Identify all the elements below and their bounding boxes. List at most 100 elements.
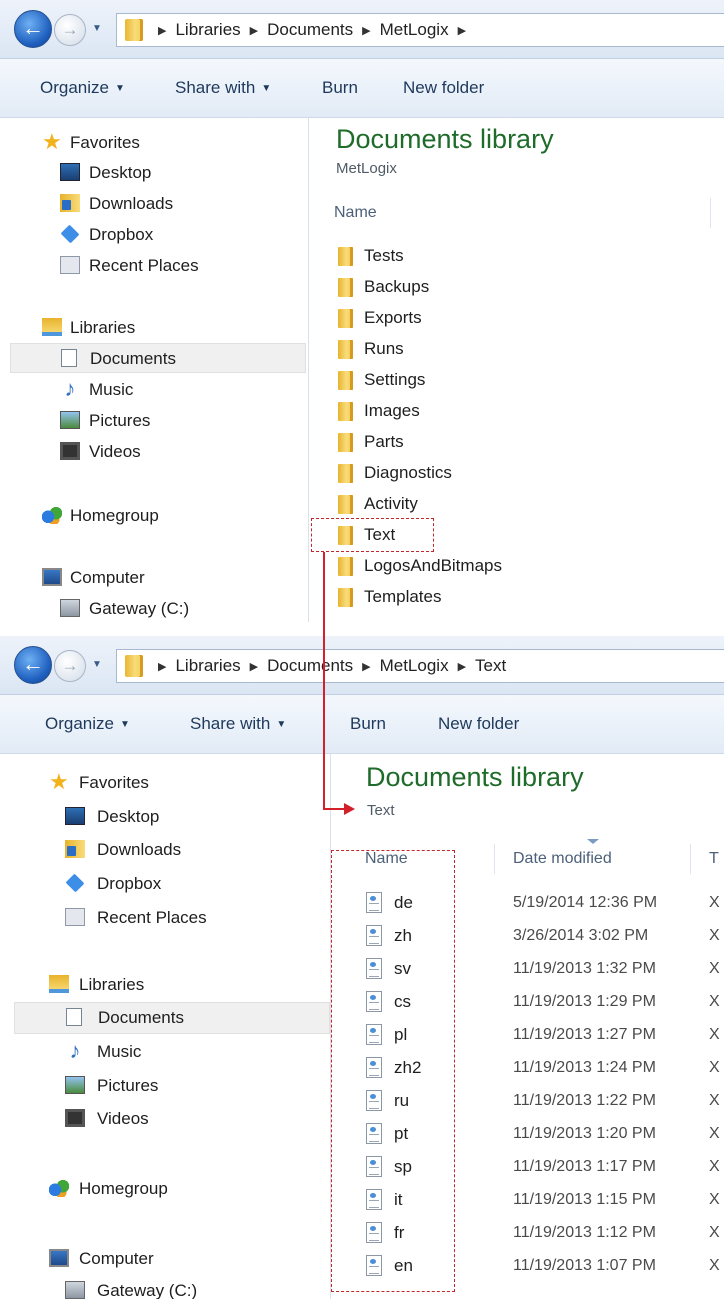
- sort-descending-icon: [587, 839, 599, 844]
- nav-recent-places[interactable]: Recent Places: [14, 903, 328, 933]
- desktop-icon: [65, 807, 85, 825]
- folder-name: Activity: [364, 494, 418, 513]
- connector-line: [323, 808, 345, 810]
- nav-music[interactable]: ♪ Music: [14, 1037, 328, 1067]
- breadcrumb[interactable]: ▶ Libraries ▶ Documents ▶ MetLogix ▶: [116, 13, 724, 47]
- share-with-button[interactable]: Share with ▼: [175, 59, 271, 117]
- folder-name: Runs: [364, 339, 404, 358]
- nav-pictures[interactable]: Pictures: [10, 406, 306, 436]
- breadcrumb-separator-icon[interactable]: ▶: [458, 660, 466, 673]
- documents-icon: [61, 349, 77, 367]
- nav-recent-places[interactable]: Recent Places: [10, 251, 306, 281]
- back-button[interactable]: ←: [14, 10, 52, 48]
- new-folder-button[interactable]: New folder: [403, 59, 484, 117]
- column-divider[interactable]: [494, 844, 495, 874]
- folder-icon: [338, 495, 353, 514]
- folder-icon: [338, 309, 353, 328]
- file-date: 3/26/2014 3:02 PM: [513, 927, 649, 944]
- nav-dropbox[interactable]: Dropbox: [14, 869, 328, 899]
- navigation-pane: ★ Favorites Desktop Downloads Dropbox Rec…: [10, 118, 309, 622]
- nav-label: Documents: [90, 349, 176, 368]
- nav-gateway-drive[interactable]: Gateway (C:): [10, 594, 306, 622]
- recent-places-icon: [65, 908, 85, 926]
- file-date: 11/19/2013 1:27 PM: [513, 1026, 656, 1043]
- breadcrumb-separator-icon[interactable]: ▶: [158, 24, 166, 37]
- nav-desktop[interactable]: Desktop: [14, 802, 328, 832]
- nav-gateway-drive[interactable]: Gateway (C:): [14, 1276, 328, 1299]
- burn-button[interactable]: Burn: [350, 695, 386, 753]
- nav-pictures[interactable]: Pictures: [14, 1071, 328, 1101]
- breadcrumb-separator-icon[interactable]: ▶: [458, 24, 466, 37]
- breadcrumb[interactable]: ▶ Libraries ▶ Documents ▶ MetLogix ▶ Tex…: [116, 649, 724, 683]
- new-folder-button[interactable]: New folder: [438, 695, 519, 753]
- nav-libraries[interactable]: Libraries: [14, 970, 328, 1000]
- downloads-folder-icon: [60, 194, 80, 212]
- folder-icon: [338, 588, 353, 607]
- dropbox-icon: [65, 873, 85, 893]
- breadcrumb-separator-icon[interactable]: ▶: [362, 24, 370, 37]
- nav-downloads[interactable]: Downloads: [10, 189, 306, 219]
- nav-label: Favorites: [79, 773, 149, 792]
- nav-label: Gateway (C:): [97, 1281, 198, 1299]
- folder-icon: [125, 19, 143, 41]
- folder-icon: [338, 433, 353, 452]
- music-icon: ♪: [69, 1038, 81, 1063]
- nav-music[interactable]: ♪ Music: [10, 375, 306, 405]
- recent-pages-chevron-icon[interactable]: ▼: [90, 658, 104, 672]
- nav-videos[interactable]: Videos: [10, 437, 306, 467]
- column-header-date-modified[interactable]: Date modified: [513, 850, 612, 868]
- nav-favorites[interactable]: ★ Favorites: [10, 128, 306, 158]
- column-divider[interactable]: [690, 844, 691, 874]
- folder-name: Tests: [364, 246, 404, 265]
- recent-pages-chevron-icon[interactable]: ▼: [90, 22, 104, 36]
- nav-videos[interactable]: Videos: [14, 1104, 328, 1134]
- nav-documents[interactable]: Documents: [14, 1002, 330, 1034]
- share-with-button[interactable]: Share with ▼: [190, 695, 286, 753]
- nav-label: Documents: [98, 1008, 184, 1027]
- highlight-box-text-folder: [311, 518, 434, 552]
- address-bar: ← → ▼ ▶ Libraries ▶ Documents ▶ MetLogix…: [0, 636, 724, 695]
- chevron-down-icon: ▼: [261, 83, 272, 94]
- nav-label: Desktop: [97, 807, 160, 826]
- breadcrumb-separator-icon[interactable]: ▶: [362, 660, 370, 673]
- breadcrumb-documents[interactable]: Documents: [267, 20, 353, 40]
- organize-button[interactable]: Organize ▼: [45, 695, 130, 753]
- nav-homegroup[interactable]: Homegroup: [10, 501, 306, 531]
- breadcrumb-text[interactable]: Text: [475, 656, 506, 676]
- nav-label: Pictures: [89, 411, 151, 430]
- nav-computer[interactable]: Computer: [14, 1244, 328, 1274]
- breadcrumb-libraries[interactable]: Libraries: [175, 656, 240, 676]
- breadcrumb-separator-icon[interactable]: ▶: [250, 24, 258, 37]
- breadcrumb-metlogix[interactable]: MetLogix: [380, 20, 449, 40]
- back-button[interactable]: ←: [14, 646, 52, 684]
- nav-libraries[interactable]: Libraries: [10, 313, 306, 343]
- forward-button[interactable]: →: [54, 14, 86, 46]
- file-type: X: [709, 1092, 720, 1109]
- file-type: X: [709, 1224, 720, 1241]
- nav-computer[interactable]: Computer: [10, 563, 306, 593]
- nav-dropbox[interactable]: Dropbox: [10, 220, 306, 250]
- nav-label: Homegroup: [70, 506, 159, 525]
- nav-documents[interactable]: Documents: [10, 343, 306, 373]
- breadcrumb-metlogix[interactable]: MetLogix: [380, 656, 449, 676]
- file-type: X: [709, 960, 720, 977]
- nav-favorites[interactable]: ★ Favorites: [14, 768, 328, 798]
- address-bar: ← → ▼ ▶ Libraries ▶ Documents ▶ MetLogix…: [0, 0, 724, 59]
- breadcrumb-libraries[interactable]: Libraries: [175, 20, 240, 40]
- breadcrumb-separator-icon[interactable]: ▶: [158, 660, 166, 673]
- dropbox-icon: [60, 224, 80, 244]
- file-date: 11/19/2013 1:17 PM: [513, 1158, 656, 1175]
- nav-homegroup[interactable]: Homegroup: [14, 1174, 328, 1204]
- organize-button[interactable]: Organize ▼: [40, 59, 125, 117]
- nav-desktop[interactable]: Desktop: [10, 158, 306, 188]
- music-icon: ♪: [64, 376, 76, 401]
- forward-button[interactable]: →: [54, 650, 86, 682]
- breadcrumb-documents[interactable]: Documents: [267, 656, 353, 676]
- column-header-type[interactable]: T: [709, 850, 719, 868]
- breadcrumb-separator-icon[interactable]: ▶: [250, 660, 258, 673]
- column-header-name[interactable]: Name: [334, 204, 377, 222]
- nav-downloads[interactable]: Downloads: [14, 835, 328, 865]
- computer-icon: [42, 568, 62, 586]
- column-divider[interactable]: [710, 198, 711, 228]
- burn-button[interactable]: Burn: [322, 59, 358, 117]
